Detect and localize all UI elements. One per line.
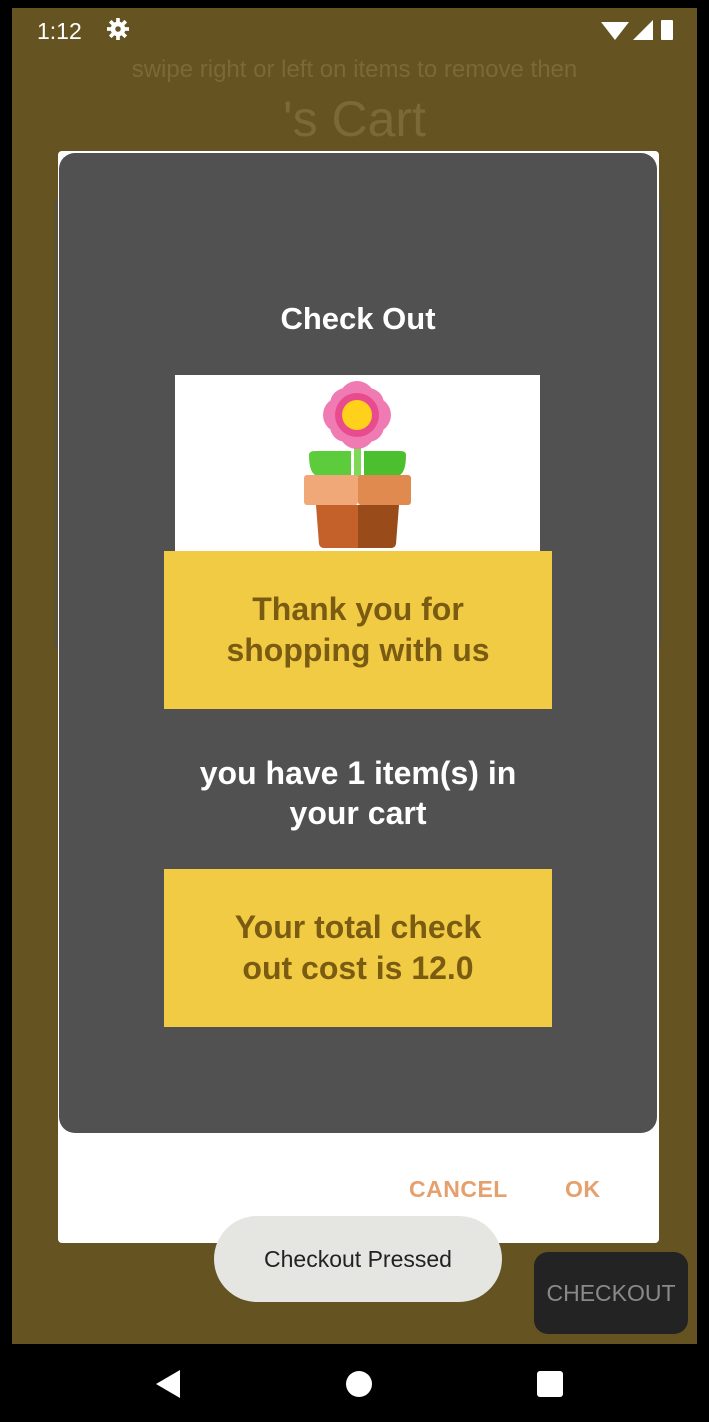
total-banner: Your total check out cost is 12.0 bbox=[164, 869, 552, 1027]
signal-icon bbox=[633, 20, 653, 40]
flower-pot-icon bbox=[304, 381, 411, 548]
status-icons bbox=[601, 20, 673, 40]
checkout-button[interactable]: CHECKOUT bbox=[534, 1252, 688, 1334]
battery-icon bbox=[661, 20, 673, 40]
navigation-bar bbox=[12, 1344, 697, 1422]
app-screen: 1:12 swipe right or left on items to rem… bbox=[12, 8, 697, 1344]
gear-icon bbox=[107, 18, 129, 40]
thanks-banner: Thank you for shopping with us bbox=[164, 551, 552, 709]
dialog-title: Check Out bbox=[280, 301, 436, 336]
home-circle-icon[interactable] bbox=[339, 1364, 379, 1404]
instruction-text: swipe right or left on items to remove t… bbox=[131, 56, 578, 83]
cart-title: 's Cart bbox=[283, 91, 426, 147]
thanks-text: Thank you for shopping with us bbox=[226, 591, 490, 668]
status-bar: 1:12 bbox=[12, 8, 697, 56]
product-image bbox=[175, 375, 540, 551]
wifi-icon bbox=[601, 22, 629, 40]
cancel-button[interactable]: CANCEL bbox=[409, 1176, 508, 1203]
item-count-text: you have 1 item(s) in your cart bbox=[59, 753, 657, 833]
status-time: 1:12 bbox=[37, 18, 82, 44]
total-text: Your total check out cost is 12.0 bbox=[234, 909, 482, 986]
item-count-label: you have 1 item(s) in your cart bbox=[199, 755, 517, 831]
toast-message: Checkout Pressed bbox=[214, 1216, 502, 1302]
checkout-panel: Check Out Thank you for shopping with us… bbox=[59, 153, 657, 1133]
back-triangle-icon[interactable] bbox=[150, 1364, 190, 1404]
ok-button[interactable]: OK bbox=[565, 1176, 601, 1203]
recents-square-icon[interactable] bbox=[530, 1364, 570, 1404]
